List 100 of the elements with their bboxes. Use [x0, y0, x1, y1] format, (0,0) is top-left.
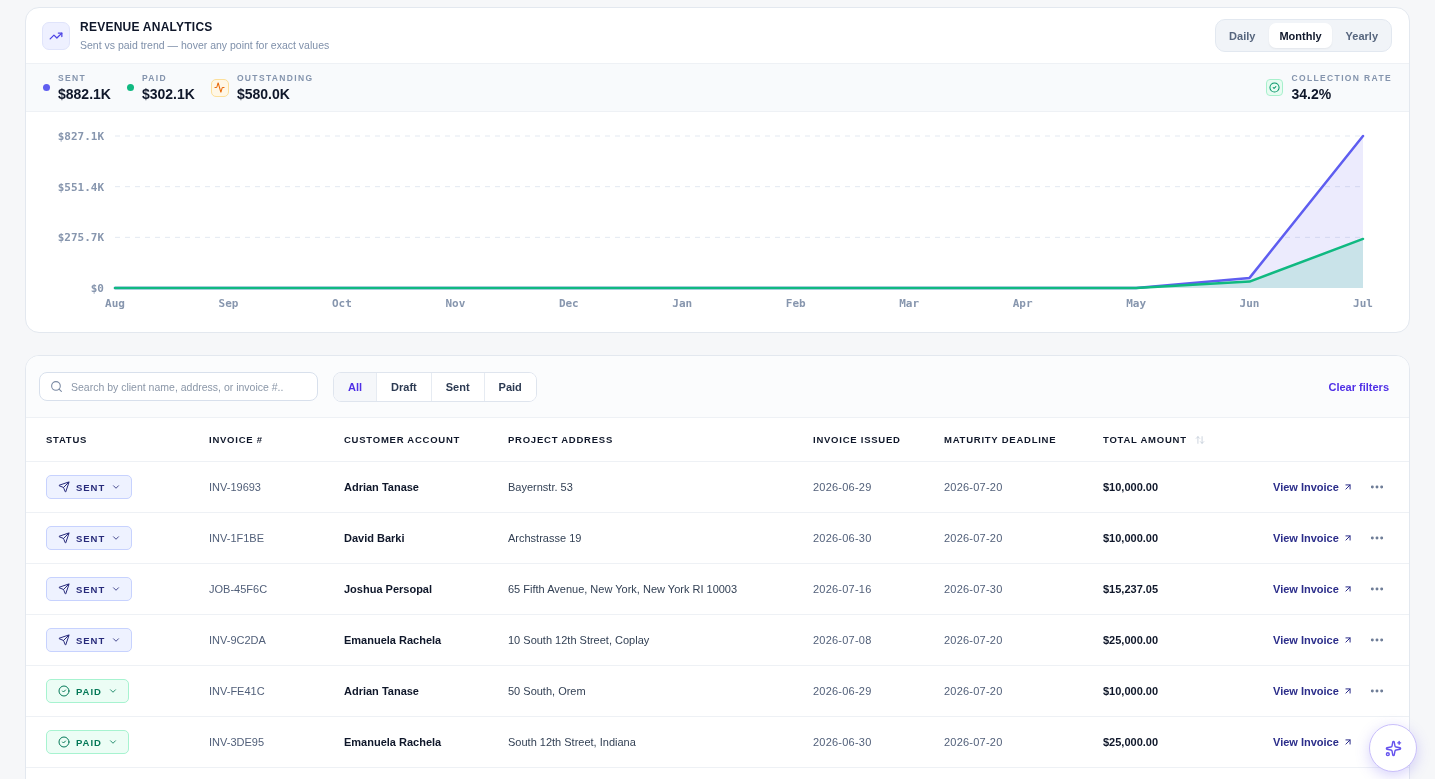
filter-tab[interactable]: Paid	[483, 372, 536, 401]
arrow-up-right-icon	[1342, 686, 1353, 696]
x-axis-label: Jan	[672, 297, 693, 310]
status-dropdown[interactable]: SENT	[46, 577, 133, 601]
pulse-icon	[210, 78, 229, 97]
status-dropdown[interactable]: PAID	[46, 679, 129, 703]
project-address: Archstrasse 19	[508, 532, 583, 544]
total-amount: $15,237.05	[1103, 583, 1160, 595]
y-axis-label: $0	[90, 282, 104, 295]
trend-up-icon	[42, 21, 70, 50]
invoice-number: INV-1F1BE	[209, 532, 266, 544]
project-address: Bayernstr. 53	[508, 481, 574, 493]
total-amount: $10,000.00	[1103, 481, 1160, 493]
issue-date: 2026-07-08	[813, 634, 873, 646]
column-header: MATURITY DEADLINE	[944, 434, 1057, 445]
search-icon	[50, 380, 63, 393]
due-date: 2026-07-20	[944, 736, 1004, 748]
column-header: CUSTOMER ACCOUNT	[344, 434, 461, 445]
customer-name: David Barki	[344, 532, 406, 544]
due-date: 2026-07-20	[944, 685, 1004, 697]
card-subtitle: Sent vs paid trend — hover any point for exact values	[80, 38, 330, 52]
x-axis-label: Nov	[445, 297, 466, 310]
legend-label: SENT	[58, 73, 88, 84]
stat-value: $302.1K	[141, 86, 195, 102]
sparkles-icon	[1384, 739, 1402, 757]
due-date: 2026-07-20	[944, 481, 1004, 493]
check-circle-icon	[58, 685, 70, 697]
period-tab[interactable]: Monthly	[1269, 23, 1332, 48]
chevron-down-icon	[107, 686, 118, 696]
card-title: REVENUE ANALYTICS	[80, 19, 214, 35]
column-header: TOTAL AMOUNT	[1103, 434, 1187, 445]
x-axis-label: Jul	[1353, 297, 1373, 310]
view-invoice-link[interactable]: View Invoice	[1273, 736, 1353, 748]
total-amount: $25,000.00	[1103, 634, 1160, 646]
chevron-down-icon	[111, 635, 122, 645]
send-icon	[58, 481, 70, 493]
project-address: 10 South 12th Street, Coplay	[508, 634, 651, 646]
stat-value: $580.0K	[236, 86, 291, 102]
view-invoice-link[interactable]: View Invoice	[1273, 685, 1353, 697]
check-circle-icon	[58, 736, 70, 748]
stat-value: $882.1K	[58, 86, 111, 102]
project-address: 65 Fifth Avenue, New York, New York RI 10003	[508, 583, 739, 595]
issue-date: 2026-06-30	[813, 532, 873, 544]
chevron-down-icon	[111, 584, 122, 594]
x-axis-label: May	[1126, 297, 1147, 310]
stat-label: OUTSTANDING	[236, 73, 314, 84]
x-axis-label: Oct	[331, 297, 352, 310]
filter-tab[interactable]: All	[334, 372, 377, 401]
due-date: 2026-07-20	[944, 532, 1004, 544]
x-axis-label: Sep	[218, 297, 239, 310]
view-invoice-link[interactable]: View Invoice	[1273, 583, 1353, 595]
due-date: 2026-07-20	[944, 634, 1004, 646]
invoice-number: JOB-45F6C	[209, 583, 269, 595]
invoice-number: INV-FE41C	[209, 685, 266, 697]
arrow-up-right-icon	[1342, 482, 1353, 492]
status-dropdown[interactable]: SENT	[46, 526, 133, 550]
project-address: 50 South, Orem	[508, 685, 587, 697]
chevron-down-icon	[111, 482, 122, 492]
arrow-up-right-icon	[1342, 584, 1353, 594]
legend-label: PAID	[141, 73, 169, 84]
y-axis-label: $275.7K	[57, 231, 104, 245]
status-dropdown[interactable]: SENT	[46, 475, 133, 499]
issue-date: 2026-06-29	[813, 481, 873, 493]
status-dropdown[interactable]: PAID	[46, 730, 129, 754]
arrow-up-right-icon	[1342, 533, 1353, 543]
view-invoice-link[interactable]: View Invoice	[1273, 634, 1353, 646]
x-axis-label: Dec	[558, 297, 579, 310]
x-axis-label: Apr	[1012, 297, 1033, 310]
status-dropdown[interactable]: SENT	[46, 628, 133, 652]
arrow-up-right-icon	[1342, 635, 1353, 645]
issue-date: 2026-06-30	[813, 736, 873, 748]
column-header: STATUS	[46, 434, 88, 445]
view-invoice-link[interactable]: View Invoice	[1273, 481, 1353, 493]
send-icon	[58, 634, 70, 646]
invoice-number: INV-19693	[209, 481, 262, 493]
view-invoice-link[interactable]: View Invoice	[1273, 532, 1353, 544]
send-icon	[58, 583, 70, 595]
column-header: PROJECT ADDRESS	[508, 434, 613, 445]
customer-name: Adrian Tanase	[344, 685, 420, 697]
stat-label: COLLECTION RATE	[1291, 73, 1392, 84]
chevron-down-icon	[111, 533, 122, 543]
customer-name: Joshua Persopal	[344, 583, 434, 595]
period-tab[interactable]: Yearly	[1335, 23, 1388, 48]
customer-name: Emanuela Rachela	[344, 736, 443, 748]
customer-name: Emanuela Rachela	[344, 634, 443, 646]
send-icon	[58, 532, 70, 544]
total-amount: $10,000.00	[1103, 532, 1160, 544]
y-axis-label: $827.1K	[57, 130, 104, 143]
clear-filters-link[interactable]: Clear filters	[1328, 380, 1389, 393]
chevron-down-icon	[107, 737, 118, 747]
period-tab[interactable]: Daily	[1219, 23, 1266, 48]
arrow-up-right-icon	[1342, 737, 1353, 747]
check-circle-icon	[1266, 79, 1284, 96]
invoice-number: INV-9C2DA	[209, 634, 267, 646]
search-field[interactable]: Search by client name, address, or invoice #..	[39, 372, 318, 401]
column-header: INVOICE ISSUED	[813, 434, 901, 445]
y-axis-label: $551.4K	[57, 180, 104, 194]
total-amount: $10,000.00	[1103, 685, 1160, 697]
x-axis-label: Jun	[1239, 297, 1260, 310]
total-amount: $25,000.00	[1103, 736, 1160, 748]
